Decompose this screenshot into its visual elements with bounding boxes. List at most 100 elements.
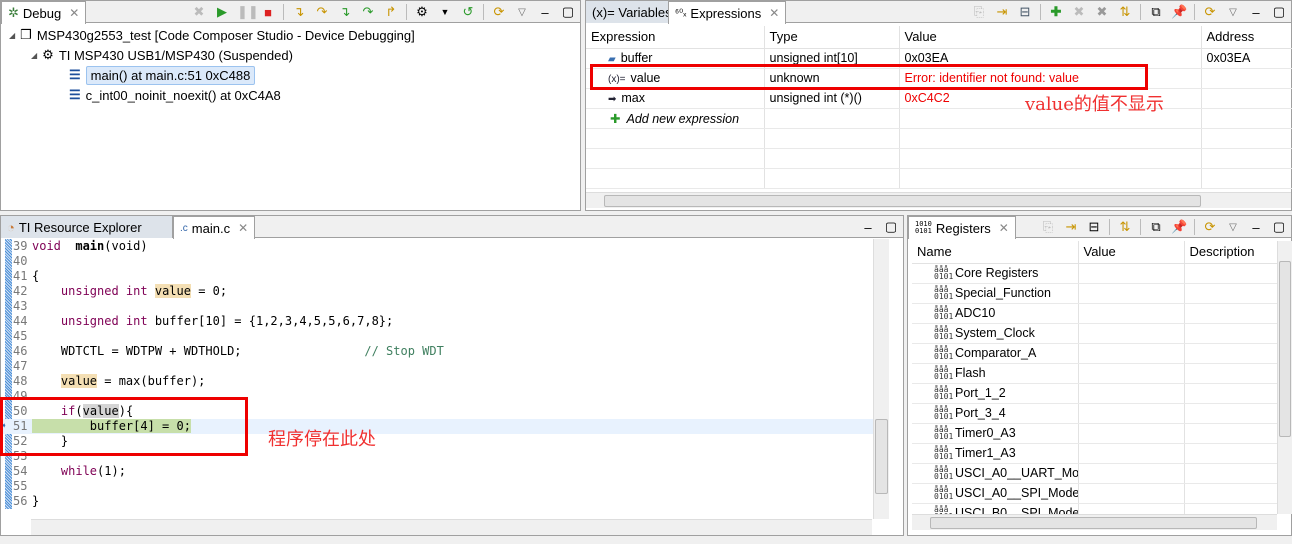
column-header[interactable]: Value bbox=[899, 26, 1202, 49]
register-group-row[interactable]: ååå 0101 Port_3_4 bbox=[912, 403, 1277, 424]
add-expression-cell[interactable]: ✚ Add new expression bbox=[586, 108, 765, 129]
register-group-row[interactable]: ååå 0101 ADC10 bbox=[912, 303, 1277, 324]
code-line[interactable]: 44 unsigned int buffer[10] = {1,2,3,4,5,… bbox=[1, 314, 873, 329]
horizontal-scrollbar[interactable] bbox=[586, 192, 1291, 208]
register-group-row[interactable]: ååå 0101 System_Clock bbox=[912, 323, 1277, 344]
debug-tree-item[interactable]: ☰ c_int00_noinit_noexit() at 0xC4A8 bbox=[1, 85, 580, 105]
column-header[interactable]: Type bbox=[764, 26, 900, 49]
add-expression-row[interactable]: ✚ Add new expression bbox=[586, 108, 1292, 129]
step-into-icon[interactable]: ↴ bbox=[291, 4, 307, 20]
vertical-scrollbar[interactable] bbox=[873, 239, 889, 519]
register-group-row[interactable]: ååå 0101 Timer0_A3 bbox=[912, 423, 1277, 444]
vertical-scrollbar[interactable] bbox=[1277, 241, 1292, 514]
tab-registers[interactable]: 1010 0101 Registers ✕ bbox=[908, 216, 1016, 239]
register-name: Flash bbox=[955, 365, 986, 380]
tab-variables[interactable]: (x)= Variables bbox=[586, 1, 679, 23]
add-icon[interactable]: ✚ bbox=[1048, 4, 1064, 20]
collapse-all-icon[interactable]: ⊟ bbox=[1086, 219, 1102, 235]
register-group-row[interactable]: ååå 0101 Special_Function bbox=[912, 283, 1277, 304]
expand-icon[interactable]: ⇥ bbox=[994, 4, 1010, 20]
pin-icon[interactable]: 📌 bbox=[1171, 219, 1187, 235]
register-group-row[interactable]: ååå 0101 USCI_A0__UART_Mod bbox=[912, 463, 1277, 484]
continuous-refresh-icon[interactable]: ⇅ bbox=[1117, 219, 1133, 235]
tab-debug[interactable]: ✲ Debug ✕ bbox=[1, 1, 87, 24]
new-view-icon[interactable]: ⧉ bbox=[1148, 219, 1164, 235]
new-view-icon[interactable]: ⧉ bbox=[1148, 4, 1164, 20]
column-header[interactable]: Description bbox=[1184, 241, 1277, 264]
show-type-icon[interactable]: ⎘ bbox=[1040, 219, 1056, 235]
code-line[interactable]: 54 while(1); bbox=[1, 464, 873, 479]
expand-triangle-icon[interactable]: ◢ bbox=[9, 31, 15, 40]
register-group-row[interactable]: ååå 0101 USCI_A0__SPI_Mode bbox=[912, 483, 1277, 504]
column-header[interactable]: Address bbox=[1201, 26, 1292, 49]
minimize-icon[interactable]: – bbox=[537, 5, 553, 20]
register-group-row[interactable]: ååå 0101 Port_1_2 bbox=[912, 383, 1277, 404]
step-over-icon[interactable]: ↷ bbox=[314, 4, 330, 20]
view-menu-icon[interactable]: ▽ bbox=[514, 7, 530, 18]
register-group-row[interactable]: ååå 0101 Core Registers bbox=[912, 263, 1277, 284]
debug-tree-item[interactable]: ☰ main() at main.c:51 0xC488 bbox=[1, 65, 580, 85]
code-line[interactable]: 56} bbox=[1, 494, 873, 509]
maximize-icon[interactable]: ▢ bbox=[883, 219, 899, 235]
maximize-icon[interactable]: ▢ bbox=[1271, 4, 1287, 20]
code-line[interactable]: 48 value = max(buffer); bbox=[1, 374, 873, 389]
tab-main-c[interactable]: .c main.c ✕ bbox=[173, 216, 256, 239]
dropdown-icon[interactable]: ▼ bbox=[437, 7, 453, 17]
tab-expressions[interactable]: ⁶⁰ₓ Expressions ✕ bbox=[668, 1, 787, 24]
continuous-refresh-icon[interactable]: ⇅ bbox=[1117, 4, 1133, 20]
restart-icon[interactable]: ↺ bbox=[460, 4, 476, 20]
asm-step-into-icon[interactable]: ↴ bbox=[337, 4, 353, 20]
close-icon[interactable]: ✕ bbox=[238, 221, 248, 235]
code-line[interactable]: 43 bbox=[1, 299, 873, 314]
terminate-icon[interactable]: ■ bbox=[260, 5, 276, 20]
debug-tree-item[interactable]: ◢ ⚙ TI MSP430 USB1/MSP430 (Suspended) bbox=[1, 45, 580, 65]
code-line[interactable]: 42 unsigned int value = 0; bbox=[1, 284, 873, 299]
minimize-icon[interactable]: – bbox=[1248, 220, 1264, 235]
refresh-icon[interactable]: ⟳ bbox=[491, 4, 507, 20]
expand-triangle-icon[interactable]: ◢ bbox=[31, 51, 37, 60]
maximize-icon[interactable]: ▢ bbox=[560, 4, 576, 20]
code-line[interactable]: 41 { bbox=[1, 269, 873, 284]
tab-ti-resource-explorer[interactable]: ◔ TI Resource Explorer bbox=[1, 216, 173, 238]
step-return-icon[interactable]: ↱ bbox=[383, 4, 399, 20]
register-group-row[interactable]: ååå 0101 Flash bbox=[912, 363, 1277, 384]
asm-step-over-icon[interactable]: ↷ bbox=[360, 4, 376, 20]
expression-row[interactable]: ➡ max unsigned int (*)() 0xC4C2 bbox=[586, 88, 1292, 109]
close-icon[interactable]: ✕ bbox=[69, 6, 79, 20]
code-line[interactable]: 47 bbox=[1, 359, 873, 374]
remove-all-icon[interactable]: ✖ bbox=[1094, 4, 1110, 20]
view-menu-icon[interactable]: ▽ bbox=[1225, 222, 1241, 233]
code-line[interactable]: 39 void main(void) bbox=[1, 239, 873, 254]
suspend-icon[interactable]: ❚❚ bbox=[237, 4, 259, 20]
horizontal-scrollbar[interactable] bbox=[31, 519, 872, 535]
register-group-row[interactable]: ååå 0101 Comparator_A bbox=[912, 343, 1277, 364]
show-type-icon[interactable]: ⎘ bbox=[971, 4, 987, 20]
resume-icon[interactable]: ▶ bbox=[214, 4, 230, 20]
register-group-row[interactable]: ååå 0101 Timer1_A3 bbox=[912, 443, 1277, 464]
register-group-row[interactable]: ååå0101USCI_B0__SPI_Mode bbox=[912, 503, 1277, 514]
refresh-icon[interactable]: ⟳ bbox=[1202, 4, 1218, 20]
code-line[interactable]: 40 bbox=[1, 254, 873, 269]
code-editor[interactable]: 39 void main(void) 40 41 {42 unsigned int va… bbox=[1, 239, 873, 509]
reset-cpu-icon[interactable]: ⚙ bbox=[414, 4, 430, 20]
column-header[interactable]: Expression bbox=[586, 26, 765, 49]
refresh-icon[interactable]: ⟳ bbox=[1202, 219, 1218, 235]
minimize-icon[interactable]: – bbox=[860, 220, 876, 235]
code-line[interactable]: 45 bbox=[1, 329, 873, 344]
debug-tree-item[interactable]: ◢ ❒ MSP430g2553_test [Code Composer Studio… bbox=[1, 25, 580, 45]
close-icon[interactable]: ✕ bbox=[999, 221, 1009, 235]
minimize-icon[interactable]: – bbox=[1248, 5, 1264, 20]
remove-terminated-icon[interactable]: ✖ bbox=[191, 4, 207, 20]
code-line[interactable]: 46 WDTCTL = WDTPW + WDTHOLD; // Stop WDT bbox=[1, 344, 873, 359]
remove-icon[interactable]: ✖ bbox=[1071, 4, 1087, 20]
column-header[interactable]: Value bbox=[1078, 241, 1185, 264]
horizontal-scrollbar[interactable] bbox=[912, 514, 1277, 530]
maximize-icon[interactable]: ▢ bbox=[1271, 219, 1287, 235]
collapse-all-icon[interactable]: ⊟ bbox=[1017, 4, 1033, 20]
code-line[interactable]: 55 bbox=[1, 479, 873, 494]
pin-icon[interactable]: 📌 bbox=[1171, 4, 1187, 20]
column-header[interactable]: Name bbox=[912, 241, 1079, 264]
view-menu-icon[interactable]: ▽ bbox=[1225, 7, 1241, 18]
close-icon[interactable]: ✕ bbox=[769, 6, 779, 20]
expand-icon[interactable]: ⇥ bbox=[1063, 219, 1079, 235]
